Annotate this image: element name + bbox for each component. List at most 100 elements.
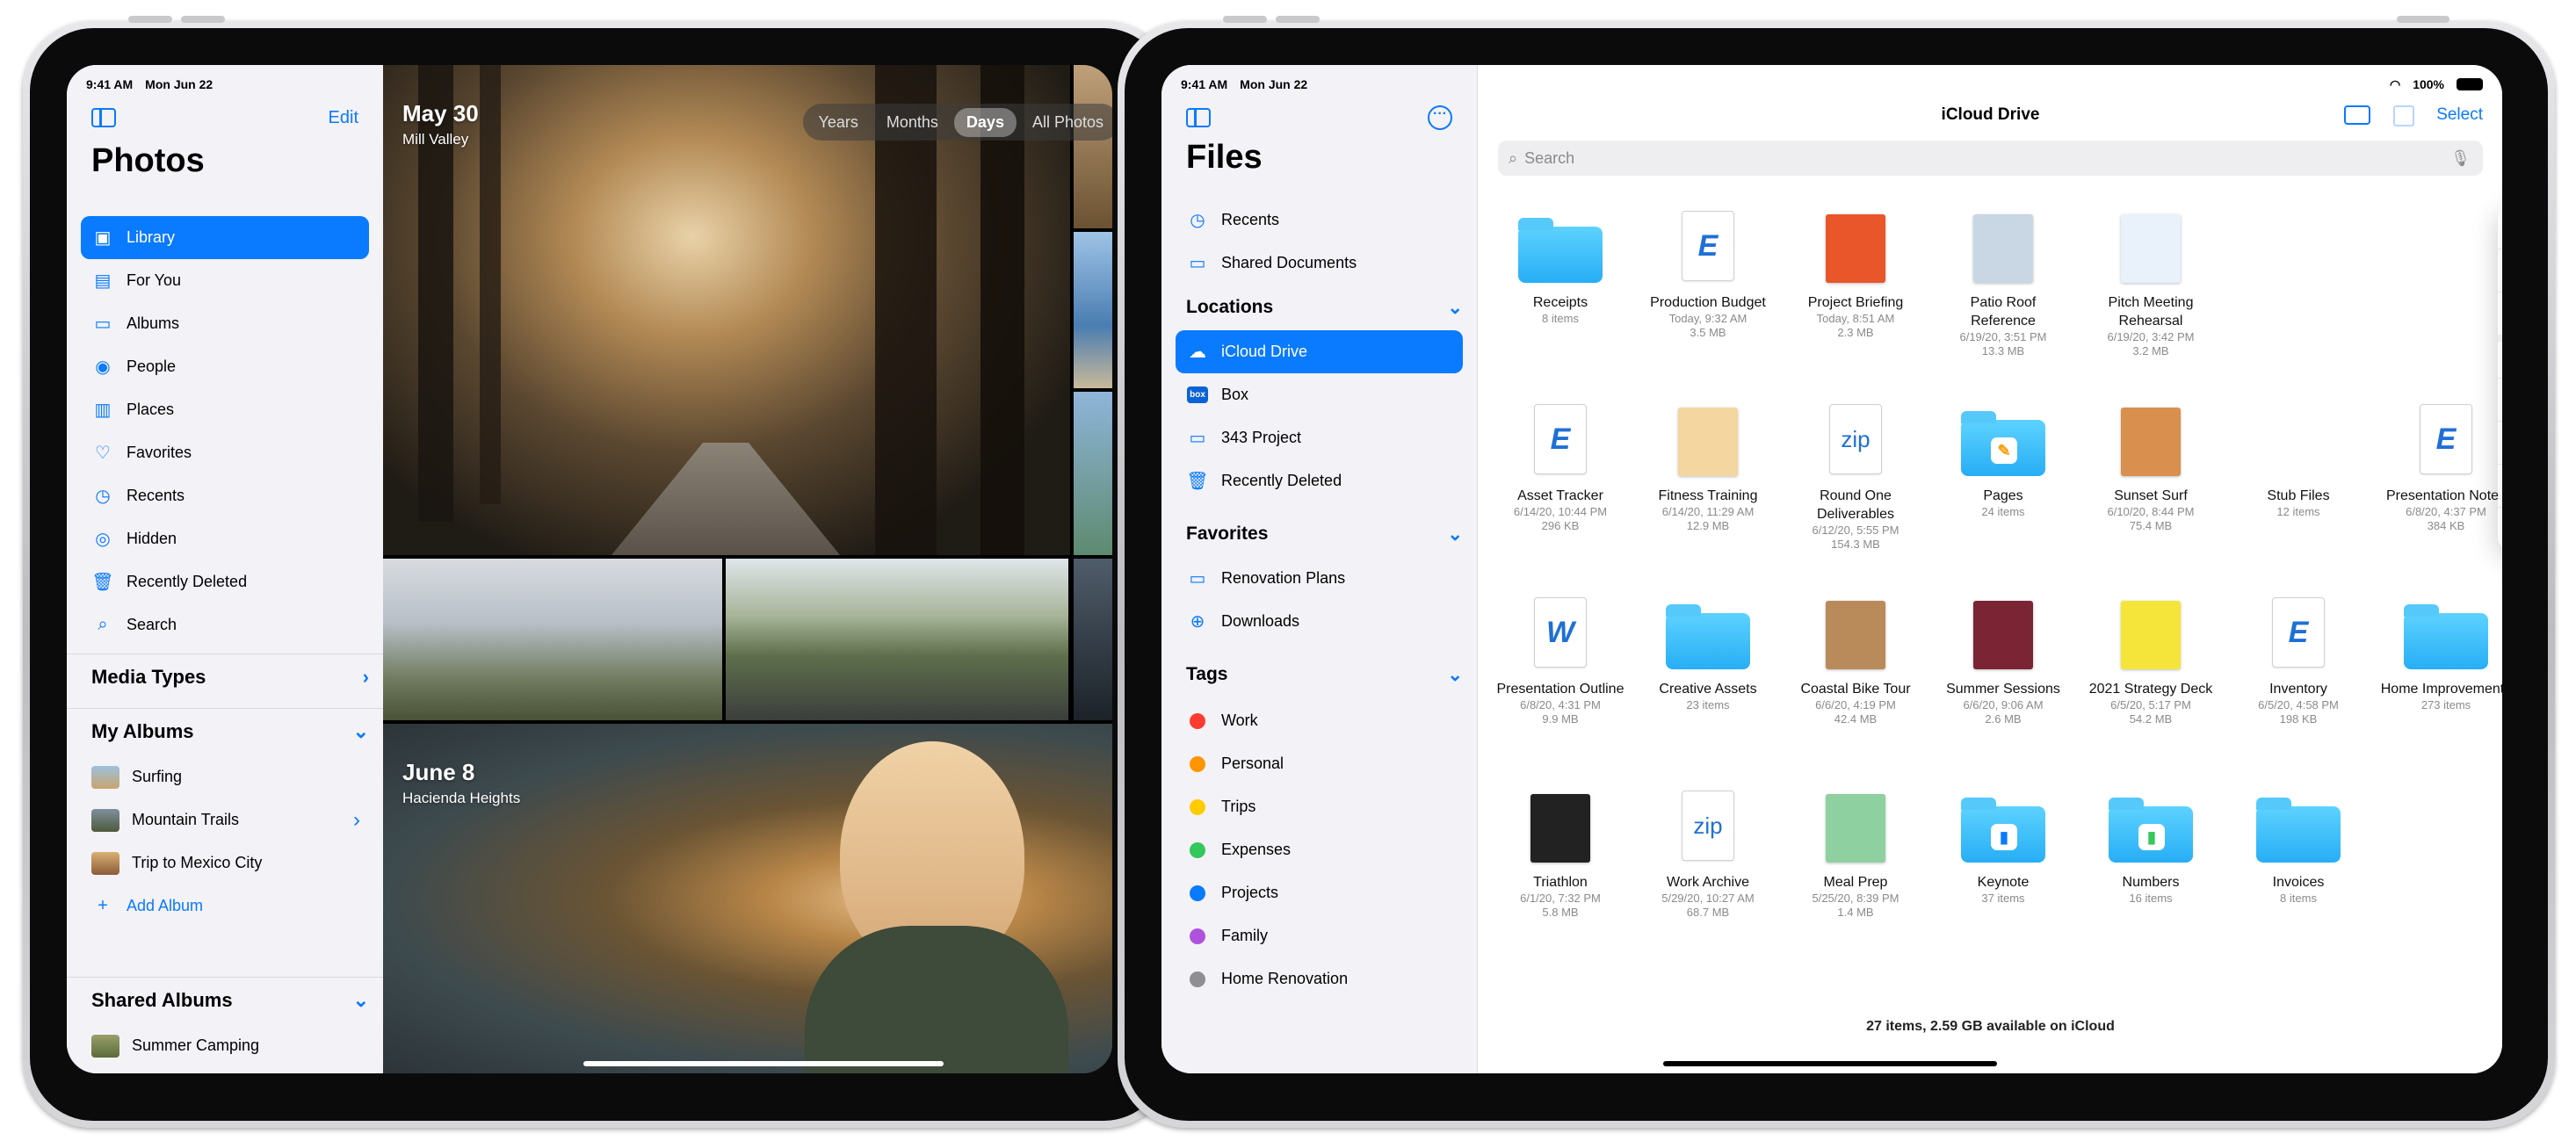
sidebar-item-343-project[interactable]: ▭ 343 Project — [1176, 416, 1463, 459]
sidebar-item-recents[interactable]: ◷ Recents — [1176, 199, 1463, 242]
file-item[interactable]: E Production Budget Today, 9:32 AM 3.5 MB — [1642, 211, 1774, 340]
file-item[interactable]: E Inventory 6/5/20, 4:58 PM 198 KB — [2232, 597, 2364, 726]
forest-thumb-photo[interactable] — [1074, 65, 1112, 228]
shared-albums-header[interactable]: Shared Albums ⌄ — [67, 977, 383, 1022]
sidebar-item-tag-home-renovation[interactable]: Home Renovation — [1176, 957, 1463, 1000]
more-options-icon[interactable]: ··· — [1428, 105, 1452, 130]
locations-header[interactable]: Locations ⌄ — [1161, 285, 1477, 330]
select-button[interactable]: Select — [2436, 105, 2483, 125]
sidebar-item-recents[interactable]: ◷ Recents — [81, 474, 369, 517]
file-item[interactable]: Patio Roof Reference 6/19/20, 3:51 PM 13.3… — [1937, 214, 2069, 358]
file-item[interactable]: zip Round One Deliverables 6/12/20, 5:55 P… — [1790, 404, 1921, 552]
sidebar-toggle-icon[interactable] — [1186, 108, 1211, 127]
edit-button[interactable]: Edit — [329, 108, 358, 128]
document-icon: E — [2256, 597, 2341, 669]
sidebar-item-tag-work[interactable]: Work — [1176, 699, 1463, 742]
menu-item-sort-kind[interactable]: Kind — [2498, 464, 2502, 507]
sidebar-item-box[interactable]: box Box — [1176, 373, 1463, 416]
sidebar-item-sarah-s-baby-shower[interactable]: Sarah's Baby Shower — [81, 1067, 369, 1073]
road-cyclists-photo[interactable] — [726, 559, 1068, 720]
sidebar-item-icloud-drive[interactable]: ☁ iCloud Drive — [1176, 330, 1463, 373]
sidebar-item-hidden[interactable]: ◎ Hidden — [81, 517, 369, 560]
sidebar-item-label: People — [127, 357, 177, 375]
dark-thumb-photo[interactable] — [1074, 559, 1112, 720]
sidebar-item-add-album[interactable]: + Add Album — [81, 885, 369, 928]
sidebar-title: Photos — [91, 142, 205, 179]
file-item[interactable]: Triathlon 6/1/20, 7:32 PM 5.8 MB — [1494, 794, 1626, 920]
segment-all-photos[interactable]: All Photos — [1020, 108, 1112, 137]
file-item[interactable]: Home Improvements 273 items — [2380, 604, 2502, 712]
sidebar-item-tag-family[interactable]: Family — [1176, 914, 1463, 957]
menu-item-sort-size[interactable]: Size — [2498, 421, 2502, 464]
file-item[interactable]: Meal Prep 5/25/20, 8:39 PM 1.4 MB — [1790, 794, 1921, 920]
file-item[interactable]: E Asset Tracker 6/14/20, 10:44 PM 296 KB — [1494, 404, 1626, 533]
file-item[interactable]: ▮ Numbers 16 items — [2085, 798, 2217, 906]
menu-item-columns[interactable]: Columns▥ — [2498, 292, 2502, 335]
sidebar-item-tag-expenses[interactable]: Expenses — [1176, 828, 1463, 871]
home-indicator[interactable] — [583, 1061, 944, 1066]
file-item[interactable]: Pitch Meeting Rehearsal 6/19/20, 3:42 PM 3… — [2085, 214, 2217, 358]
menu-item-sort-tags[interactable]: Tags — [2498, 507, 2502, 550]
file-item[interactable]: Invoices 8 items — [2232, 798, 2364, 906]
segment-days[interactable]: Days — [953, 107, 1017, 137]
segment-months[interactable]: Months — [874, 108, 951, 137]
foggy-hills-photo[interactable] — [383, 559, 722, 720]
sidebar-item-downloads[interactable]: ⊕ Downloads — [1176, 600, 1463, 643]
file-item[interactable]: Coastal Bike Tour 6/6/20, 4:19 PM 42.4 MB — [1790, 601, 1921, 726]
bike-thumb-photo[interactable] — [1074, 392, 1112, 555]
menu-item-sort-date[interactable]: ✓Date⌄ — [2498, 378, 2502, 421]
sidebar-item-albums[interactable]: ▭ Albums — [81, 302, 369, 345]
sidebar-item-surfing[interactable]: Surfing — [81, 755, 369, 798]
file-item[interactable]: Fitness Training 6/14/20, 11:29 AM 12.9 MB — [1642, 408, 1774, 533]
sidebar-item-recently-deleted[interactable]: 🗑 Recently Deleted — [81, 560, 369, 603]
sidebar-item-tag-personal[interactable]: Personal — [1176, 742, 1463, 785]
file-item[interactable]: Creative Assets 23 items — [1642, 604, 1774, 712]
file-item[interactable]: Stub Files 12 items — [2232, 413, 2364, 519]
menu-item-icons[interactable]: ✓Icons⊞ — [2498, 206, 2502, 249]
sidebar-item-places[interactable]: ▥ Places — [81, 388, 369, 431]
favorites-header[interactable]: Favorites ⌄ — [1161, 511, 1477, 557]
grid-view-icon[interactable] — [2393, 105, 2414, 126]
my-albums-header[interactable]: My Albums ⌄ — [67, 708, 383, 754]
file-item[interactable]: 2021 Strategy Deck 6/5/20, 5:17 PM 54.2 MB — [2085, 601, 2217, 726]
file-item[interactable]: Project Briefing Today, 8:51 AM 2.3 MB — [1790, 214, 1921, 340]
segment-years[interactable]: Years — [807, 108, 871, 137]
shared-albums-list: Summer CampingSarah's Baby ShowerFamily … — [81, 1024, 369, 1073]
media-types-header[interactable]: Media Types › — [67, 654, 383, 699]
sidebar-item-recently-deleted[interactable]: 🗑 Recently Deleted — [1176, 459, 1463, 502]
sidebar-item-renovation-plans[interactable]: ▭ Renovation Plans — [1176, 557, 1463, 600]
sidebar-item-mountain-trails[interactable]: Mountain Trails › — [81, 798, 369, 841]
file-item[interactable]: Receipts 8 items — [1494, 218, 1626, 326]
microphone-icon[interactable]: 🎙 — [2450, 149, 2471, 168]
sidebar-item-favorites[interactable]: ♡ Favorites — [81, 431, 369, 474]
sidebar-item-summer-camping[interactable]: Summer Camping — [81, 1024, 369, 1067]
sidebar-item-tag-projects[interactable]: Projects — [1176, 871, 1463, 914]
file-item[interactable]: zip Work Archive 5/29/20, 10:27 AM 68.7 MB — [1642, 791, 1774, 920]
sidebar-item-tag-trips[interactable]: Trips — [1176, 785, 1463, 828]
sidebar-item-search[interactable]: ⌕ Search — [81, 603, 369, 646]
file-item[interactable]: Sunset Surf 6/10/20, 8:44 PM 75.4 MB — [2085, 408, 2217, 533]
search-field[interactable]: ⌕ Search 🎙 — [1498, 141, 2483, 176]
file-item[interactable]: ▮ Keynote 37 items — [1937, 798, 2069, 906]
sidebar-item-people[interactable]: ◉ People — [81, 345, 369, 388]
file-item[interactable]: W Presentation Outline 6/8/20, 4:31 PM 9.9 … — [1494, 597, 1626, 726]
file-item[interactable]: ✎ Pages 24 items — [1937, 411, 2069, 519]
new-folder-icon[interactable] — [2344, 105, 2370, 125]
sidebar-item-shared-documents[interactable]: ▭ Shared Documents — [1176, 242, 1463, 285]
sidebar-item-label: Shared Documents — [1221, 254, 1357, 271]
coast-thumb-photo[interactable] — [1074, 232, 1112, 388]
photos-grid: Years Months Days All Photos May 30 Mill Va… — [383, 65, 1112, 1073]
file-item[interactable]: E Presentation Notes 6/8/20, 4:37 PM 384 KB — [2380, 404, 2502, 533]
menu-item-list[interactable]: List☰ — [2498, 249, 2502, 292]
file-meta: 3.5 MB — [1690, 326, 1726, 339]
file-item[interactable]: Summer Sessions 6/6/20, 9:06 AM 2.6 MB — [1937, 601, 2069, 726]
file-name: Asset Tracker — [1517, 488, 1603, 503]
menu-item-sort-name[interactable]: Name — [2498, 335, 2502, 378]
app-folder-icon: ▮ — [2109, 798, 2193, 863]
sidebar-item-trip-to-mexico-city[interactable]: Trip to Mexico City — [81, 841, 369, 885]
home-indicator[interactable] — [1663, 1061, 1997, 1066]
tags-header[interactable]: Tags ⌄ — [1161, 652, 1477, 697]
sidebar-item-library[interactable]: ▣ Library — [81, 216, 369, 259]
sidebar-item-for-you[interactable]: ▤ For You — [81, 259, 369, 302]
sidebar-toggle-icon[interactable] — [91, 108, 116, 127]
